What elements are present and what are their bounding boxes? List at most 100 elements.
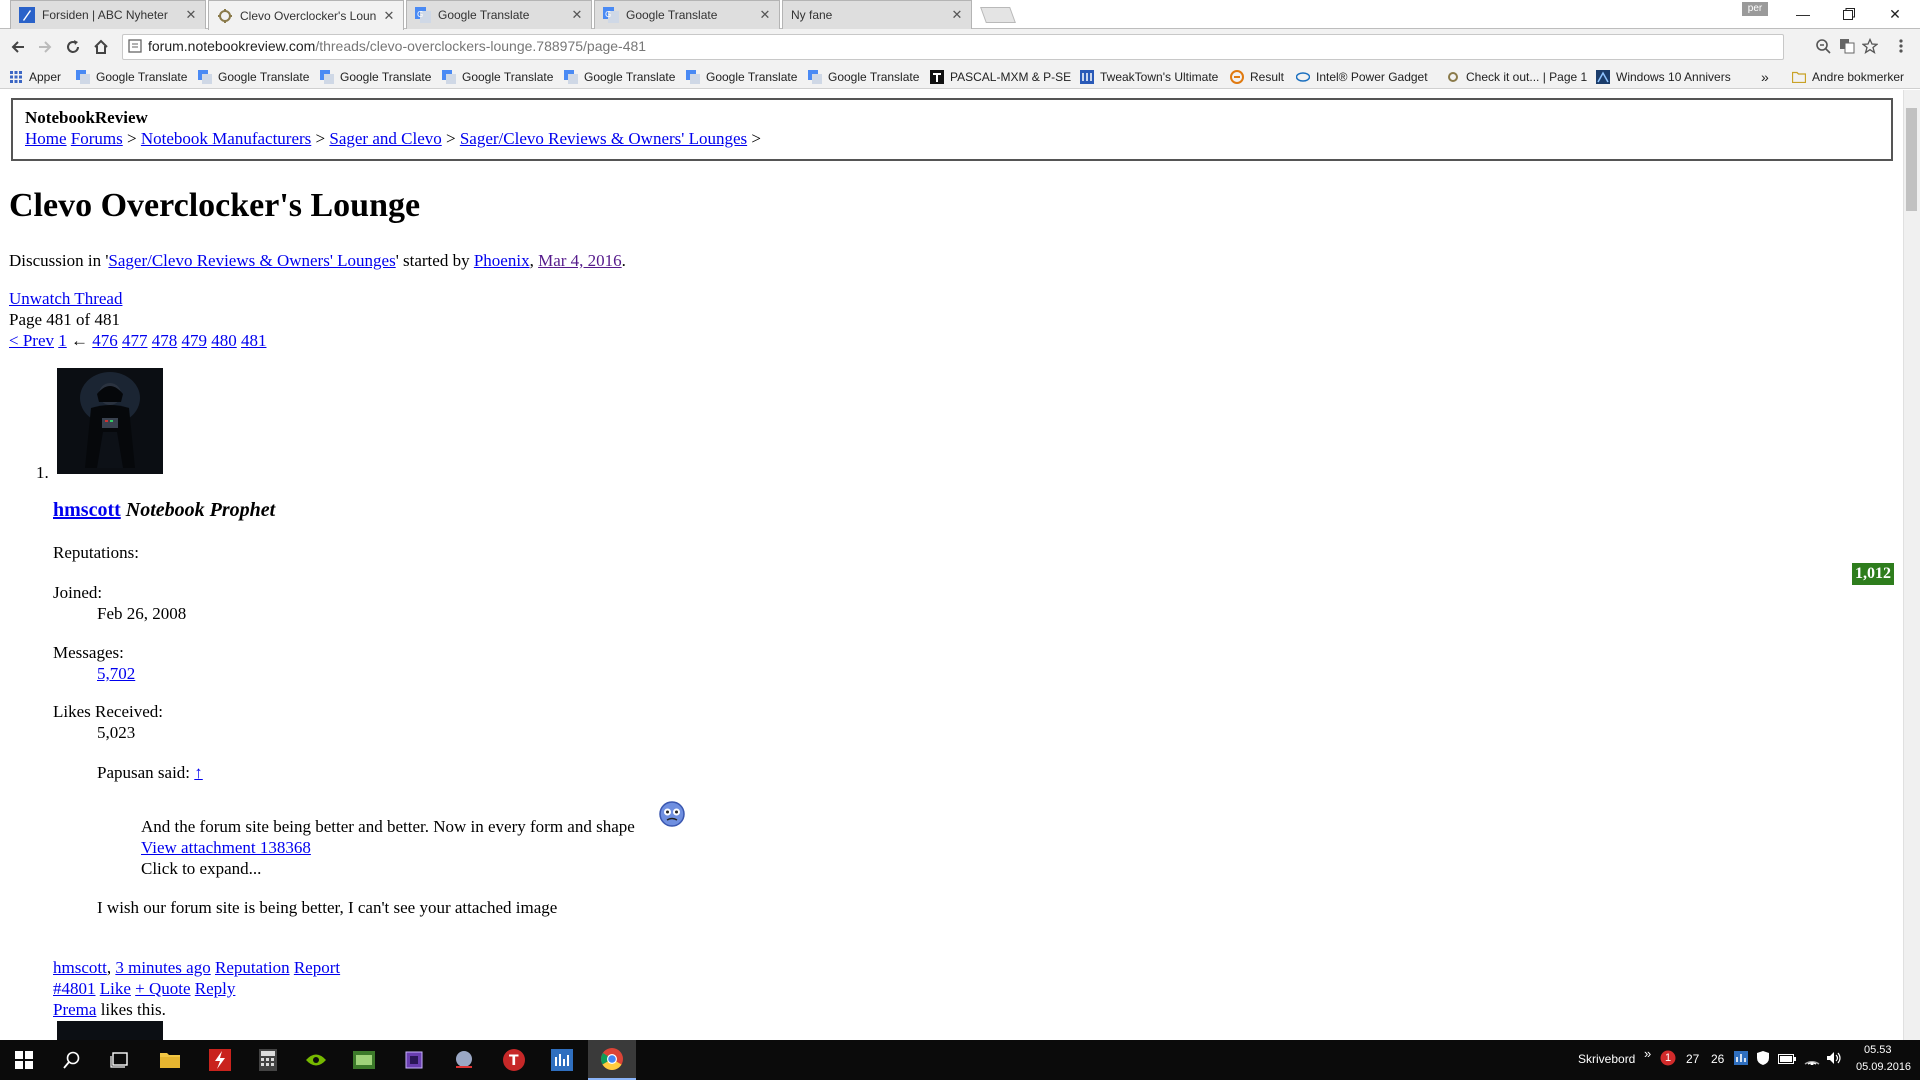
translate-icon[interactable] bbox=[1838, 37, 1856, 55]
breadcrumb-forums[interactable]: Forums bbox=[71, 129, 123, 148]
username-link[interactable]: hmscott bbox=[53, 499, 121, 521]
report-link[interactable]: Report bbox=[294, 958, 340, 977]
bookmark-google-translate-6[interactable]: Google Translate bbox=[686, 67, 797, 87]
start-button[interactable] bbox=[0, 1040, 48, 1080]
bookmark-result[interactable]: Result bbox=[1230, 67, 1284, 87]
bookmark-windows-10[interactable]: Windows 10 Annivers bbox=[1596, 67, 1731, 87]
menu-icon[interactable] bbox=[1892, 37, 1910, 55]
breadcrumb-home[interactable]: Home bbox=[25, 129, 67, 148]
reload-button[interactable] bbox=[62, 36, 84, 58]
chrome-taskbar-button[interactable] bbox=[588, 1040, 636, 1080]
unwatch-thread-link[interactable]: Unwatch Thread bbox=[9, 288, 122, 309]
clock-time[interactable]: 05.53 bbox=[1864, 1044, 1892, 1056]
thread-date-link[interactable]: Mar 4, 2016 bbox=[538, 251, 622, 270]
confused-smiley-icon bbox=[658, 800, 686, 828]
breadcrumb-notebook-manufacturers[interactable]: Notebook Manufacturers bbox=[141, 129, 311, 148]
discussion-forum-link[interactable]: Sager/Clevo Reviews & Owners' Lounges bbox=[108, 251, 395, 270]
close-window-button[interactable]: ✕ bbox=[1872, 0, 1918, 28]
forward-button[interactable] bbox=[34, 36, 56, 58]
volume-icon[interactable] bbox=[1826, 1051, 1842, 1068]
app-flash-button[interactable] bbox=[196, 1040, 244, 1080]
page-link-476[interactable]: 476 bbox=[92, 331, 118, 350]
url-text[interactable]: forum.notebookreview.com/threads/clevo-o… bbox=[148, 38, 646, 54]
search-button[interactable] bbox=[48, 1040, 96, 1080]
cpu-tool-button[interactable] bbox=[390, 1040, 438, 1080]
bookmark-google-translate-3[interactable]: Google Translate bbox=[320, 67, 431, 87]
monitor-tool-button[interactable] bbox=[440, 1040, 488, 1080]
profile-button[interactable]: per bbox=[1742, 2, 1768, 16]
vertical-scrollbar[interactable] bbox=[1903, 90, 1920, 1040]
post-meta-username[interactable]: hmscott bbox=[53, 958, 107, 977]
view-attachment-link[interactable]: View attachment 138368 bbox=[141, 837, 311, 858]
wifi-icon[interactable] bbox=[1804, 1051, 1820, 1068]
tray-overflow-button[interactable]: » bbox=[1644, 1046, 1651, 1061]
bookmark-google-translate-7[interactable]: Google Translate bbox=[808, 67, 919, 87]
other-bookmarks[interactable]: Andre bokmerker bbox=[1792, 67, 1904, 87]
restore-button[interactable] bbox=[1826, 0, 1872, 28]
quote-link[interactable]: + Quote bbox=[135, 979, 190, 998]
reply-link[interactable]: Reply bbox=[195, 979, 236, 998]
home-button[interactable] bbox=[90, 36, 112, 58]
page-info-icon[interactable] bbox=[126, 37, 144, 55]
bookmarks-overflow-button[interactable]: » bbox=[1761, 67, 1769, 87]
battery-icon[interactable] bbox=[1778, 1053, 1796, 1067]
new-tab-button[interactable] bbox=[980, 7, 1016, 23]
tab-ny-fane[interactable]: Ny fane ✕ bbox=[782, 0, 972, 29]
bar-app-icon bbox=[551, 1049, 573, 1071]
scrollbar-thumb[interactable] bbox=[1906, 108, 1917, 211]
page-link-477[interactable]: 477 bbox=[122, 331, 148, 350]
bookmark-apps[interactable]: Apper bbox=[9, 67, 61, 87]
quote-jump-link[interactable]: ↑ bbox=[194, 763, 203, 782]
page-link-478[interactable]: 478 bbox=[152, 331, 178, 350]
bookmark-google-translate-2[interactable]: Google Translate bbox=[198, 67, 309, 87]
bookmark-intel-power-gadget[interactable]: Intel® Power Gadget bbox=[1296, 67, 1428, 87]
reputation-link[interactable]: Reputation bbox=[215, 958, 290, 977]
close-icon[interactable]: ✕ bbox=[183, 7, 199, 23]
page-link-479[interactable]: 479 bbox=[182, 331, 208, 350]
bookmark-google-translate-1[interactable]: Google Translate bbox=[76, 67, 187, 87]
bookmark-check-it-out[interactable]: Check it out... | Page 1 bbox=[1446, 67, 1587, 87]
prev-page-link[interactable]: < Prev bbox=[9, 331, 54, 350]
messages-count-link[interactable]: 5,702 bbox=[97, 663, 135, 684]
close-icon[interactable]: ✕ bbox=[381, 8, 397, 24]
close-icon[interactable]: ✕ bbox=[949, 7, 965, 23]
page-link-1[interactable]: 1 bbox=[58, 331, 67, 350]
page-link-480[interactable]: 480 bbox=[211, 331, 237, 350]
avatar[interactable] bbox=[57, 368, 163, 474]
taskbar-app-button[interactable] bbox=[538, 1040, 586, 1080]
bookmark-star-icon[interactable] bbox=[1861, 37, 1879, 55]
tray-monitor-icon[interactable] bbox=[1734, 1051, 1748, 1068]
bookmark-tweaktown[interactable]: TweakTown's Ultimate bbox=[1080, 67, 1218, 87]
throttlestop-button[interactable]: T bbox=[490, 1040, 538, 1080]
file-explorer-button[interactable] bbox=[146, 1040, 194, 1080]
avatar[interactable] bbox=[57, 1021, 163, 1040]
bookmark-google-translate-5[interactable]: Google Translate bbox=[564, 67, 675, 87]
calculator-button[interactable] bbox=[244, 1040, 292, 1080]
breadcrumb-sager-and-clevo[interactable]: Sager and Clevo bbox=[329, 129, 441, 148]
post-number-link[interactable]: #4801 bbox=[53, 979, 96, 998]
zoom-icon[interactable] bbox=[1814, 37, 1832, 55]
tray-shield-icon[interactable] bbox=[1756, 1050, 1770, 1069]
nvidia-button[interactable] bbox=[292, 1040, 340, 1080]
liker-link[interactable]: Prema bbox=[53, 1000, 96, 1019]
bookmark-google-translate-4[interactable]: Google Translate bbox=[442, 67, 553, 87]
click-to-expand[interactable]: Click to expand... bbox=[141, 858, 261, 879]
tab-google-translate-2[interactable]: G Google Translate ✕ bbox=[594, 0, 780, 29]
close-icon[interactable]: ✕ bbox=[757, 7, 773, 23]
tab-google-translate-1[interactable]: G Google Translate ✕ bbox=[406, 0, 592, 29]
tab-abc-nyheter[interactable]: Forsiden | ABC Nyheter ✕ bbox=[10, 0, 206, 29]
breadcrumb-reviews-lounges[interactable]: Sager/Clevo Reviews & Owners' Lounges bbox=[460, 129, 747, 148]
desktop-toolbar-label[interactable]: Skrivebord bbox=[1578, 1052, 1635, 1066]
page-link-481[interactable]: 481 bbox=[241, 331, 267, 350]
clock-date[interactable]: 05.09.2016 bbox=[1856, 1061, 1911, 1073]
bookmark-pascal-mxm[interactable]: PASCAL-MXM & P-SE bbox=[930, 67, 1071, 87]
task-view-button[interactable] bbox=[96, 1040, 144, 1080]
back-button[interactable] bbox=[7, 36, 29, 58]
like-link[interactable]: Like bbox=[100, 979, 131, 998]
thread-starter-link[interactable]: Phoenix bbox=[474, 251, 530, 270]
minimize-button[interactable]: — bbox=[1780, 0, 1826, 28]
post-time-link[interactable]: 3 minutes ago bbox=[115, 958, 210, 977]
tab-clevo-lounge[interactable]: Clevo Overclocker's Loun ✕ bbox=[208, 0, 404, 30]
close-icon[interactable]: ✕ bbox=[569, 7, 585, 23]
gpu-tool-button[interactable] bbox=[340, 1040, 388, 1080]
